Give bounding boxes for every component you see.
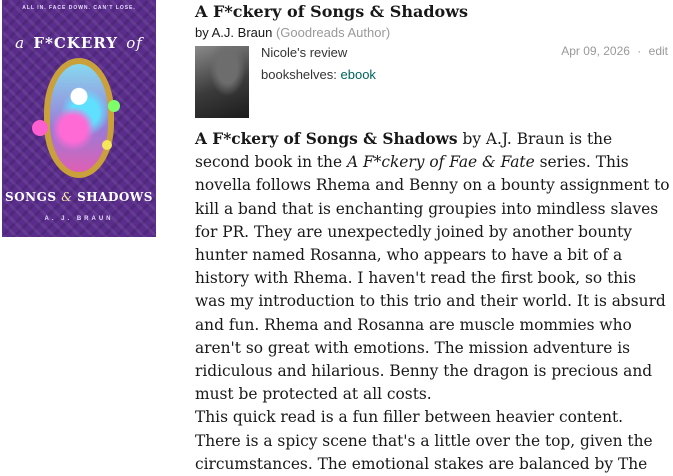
cover-author: A. J. BRAUN xyxy=(44,216,114,222)
cover-title-bottom-b: SHADOWS xyxy=(77,190,153,204)
paint-splash-green xyxy=(108,100,120,112)
book-cover-image[interactable]: ALL IN. FACE DOWN. CAN'T LOSE. a F*CKERY… xyxy=(2,0,156,237)
review-date-link[interactable]: Apr 09, 2026 xyxy=(561,44,630,58)
cover-mirror-illustration xyxy=(44,58,114,178)
cover-title-top: a F*CKERY of xyxy=(2,34,156,52)
review-text: A F*ckery of Songs & Shadows by A.J. Bra… xyxy=(195,128,670,476)
author-role: (Goodreads Author) xyxy=(275,25,391,40)
review-paragraph-2: This quick read is a fun filler between … xyxy=(195,408,653,473)
cover-title-bottom-amp: & xyxy=(61,190,73,204)
author-link[interactable]: A.J. Braun xyxy=(212,25,273,40)
review-series-title: A F*ckery of Fae & Fate xyxy=(346,153,535,172)
cover-title-bottom: SONGS & SHADOWS xyxy=(2,190,156,204)
by-label: by xyxy=(195,25,209,40)
review-paragraph-1: A F*ckery of Songs & Shadows by A.J. Bra… xyxy=(195,128,670,406)
bookshelves-label: bookshelves: xyxy=(261,67,337,82)
paint-splash-yellow xyxy=(102,140,112,150)
bookshelves-line: bookshelves: ebook xyxy=(261,67,376,82)
cover-tagline: ALL IN. FACE DOWN. CAN'T LOSE. xyxy=(22,5,136,11)
byline: by A.J. Braun (Goodreads Author) xyxy=(195,25,390,40)
paint-splash-pink xyxy=(32,120,48,136)
cover-title-main: F*CKERY xyxy=(33,34,118,52)
book-title-link[interactable]: A F*ckery of Songs & Shadows xyxy=(195,2,468,21)
cover-title-pre: a xyxy=(15,34,26,52)
cover-title-bottom-a: SONGS xyxy=(5,190,57,204)
meta-separator: · xyxy=(637,44,642,58)
reviewer-link[interactable]: Nicole's review xyxy=(261,45,347,60)
shelf-link-ebook[interactable]: ebook xyxy=(341,67,376,82)
edit-link[interactable]: edit xyxy=(649,44,668,58)
cover-title-post: of xyxy=(126,34,143,52)
reviewer-avatar[interactable] xyxy=(195,46,249,118)
review-book-title: A F*ckery of Songs & Shadows xyxy=(195,130,458,148)
review-meta: Apr 09, 2026 · edit xyxy=(561,44,668,58)
review-text-segment: series. This novella follows Rhema and B… xyxy=(195,153,670,404)
